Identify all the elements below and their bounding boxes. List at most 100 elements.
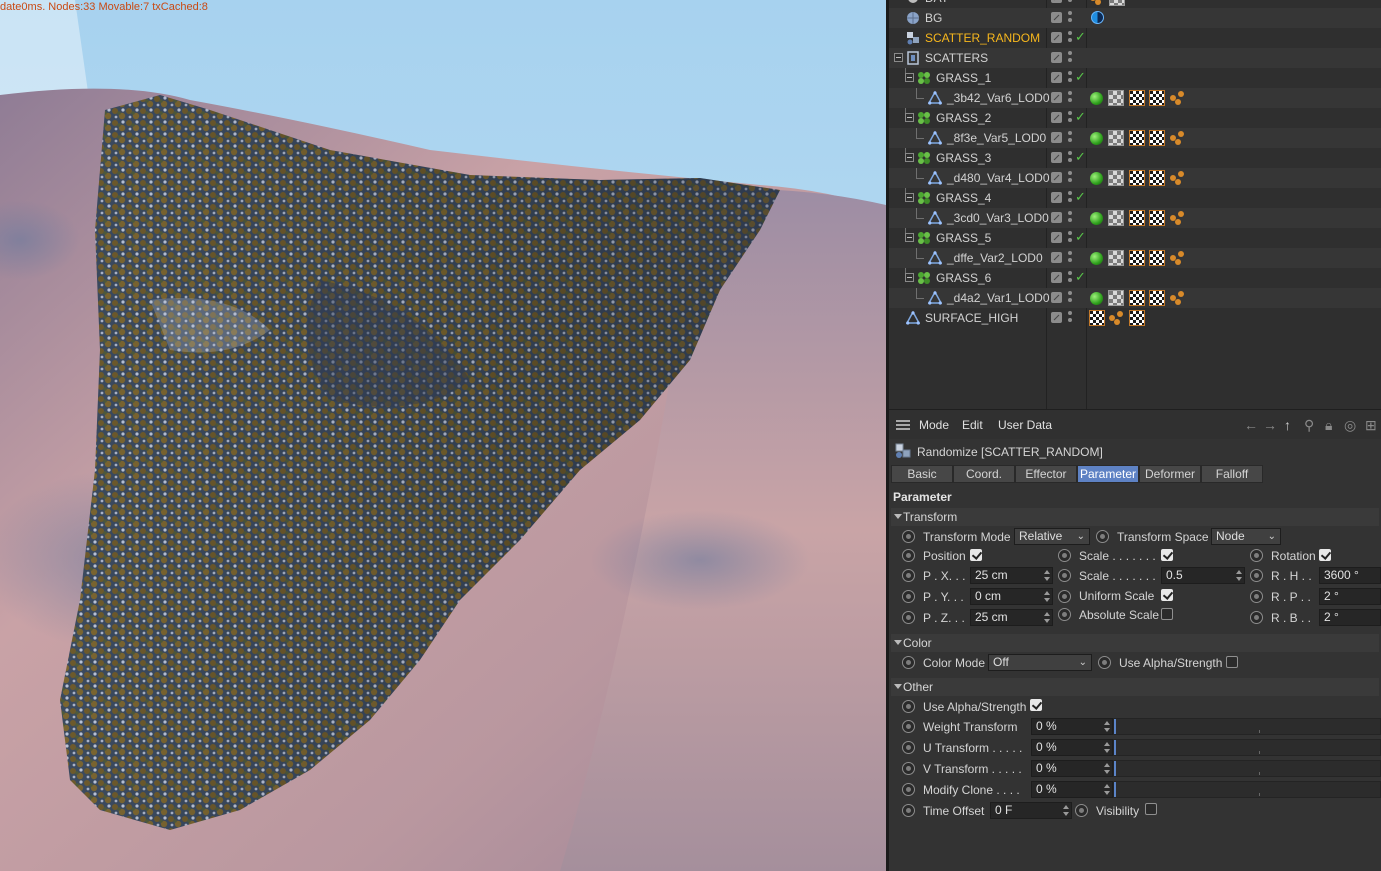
position-checkbox[interactable] bbox=[970, 549, 982, 561]
spinner-icon[interactable] bbox=[1104, 741, 1110, 754]
back-arrow-icon[interactable]: ← bbox=[1244, 417, 1258, 433]
edit-toggle-icon[interactable] bbox=[1051, 132, 1062, 143]
rb-field[interactable]: 2 ° bbox=[1319, 609, 1381, 626]
slider-knob[interactable] bbox=[1114, 740, 1116, 755]
animate-radio-icon[interactable] bbox=[902, 804, 915, 817]
enabled-check-icon[interactable]: ✓ bbox=[1075, 69, 1086, 85]
object-name[interactable]: _dffe_Var2_LOD0 bbox=[947, 251, 1043, 265]
edit-toggle-icon[interactable] bbox=[1051, 272, 1062, 283]
visibility-dots-icon[interactable] bbox=[1068, 251, 1072, 265]
material-tag-icon[interactable] bbox=[1108, 250, 1124, 266]
visibility-dots-icon[interactable] bbox=[1068, 231, 1072, 245]
object-row[interactable]: _8f3e_Var5_LOD0 bbox=[889, 128, 1381, 148]
object-row[interactable]: _3b42_Var6_LOD0 bbox=[889, 88, 1381, 108]
selection-tag-icon[interactable] bbox=[1170, 290, 1184, 306]
edit-toggle-icon[interactable] bbox=[1051, 52, 1062, 63]
phong-tag-icon[interactable] bbox=[1090, 292, 1103, 305]
object-name[interactable]: GRASS_2 bbox=[936, 111, 991, 125]
animate-radio-icon[interactable] bbox=[902, 611, 915, 624]
texture-tag-icon[interactable] bbox=[1149, 170, 1165, 186]
visibility-dots-icon[interactable] bbox=[1068, 131, 1072, 145]
uniform-scale-checkbox[interactable] bbox=[1161, 589, 1173, 601]
texture-tag-icon[interactable] bbox=[1149, 90, 1165, 106]
visibility-dots-icon[interactable] bbox=[1068, 51, 1072, 65]
object-name[interactable]: _3b42_Var6_LOD0 bbox=[947, 91, 1050, 105]
material-tag-icon[interactable] bbox=[1108, 130, 1124, 146]
material-tag-icon[interactable] bbox=[1108, 290, 1124, 306]
enabled-check-icon[interactable]: ✓ bbox=[1075, 149, 1086, 165]
visibility-dots-icon[interactable] bbox=[1068, 11, 1072, 25]
texture-tag-icon[interactable] bbox=[1129, 290, 1145, 306]
menu-mode[interactable]: Mode bbox=[919, 418, 949, 432]
animate-radio-icon[interactable] bbox=[1250, 549, 1263, 562]
pz-field[interactable]: 25 cm bbox=[970, 609, 1053, 626]
enabled-check-icon[interactable]: ✓ bbox=[1075, 109, 1086, 125]
spinner-icon[interactable] bbox=[1104, 783, 1110, 796]
animate-radio-icon[interactable] bbox=[1250, 611, 1263, 624]
selection-tag-icon[interactable] bbox=[1170, 170, 1184, 186]
u-transform-slider[interactable] bbox=[1113, 739, 1381, 756]
material-tag-icon[interactable] bbox=[1108, 90, 1124, 106]
spinner-icon[interactable] bbox=[1044, 569, 1050, 582]
object-row[interactable]: SCATTER_RANDOM ✓ bbox=[889, 28, 1381, 48]
phong-tag-icon[interactable] bbox=[1090, 92, 1103, 105]
texture-tag-icon[interactable] bbox=[1149, 210, 1165, 226]
v-transform-slider[interactable] bbox=[1113, 760, 1381, 777]
collapse-toggle-icon[interactable] bbox=[905, 233, 914, 242]
group-color[interactable]: Color bbox=[891, 634, 1379, 652]
material-tag-icon[interactable] bbox=[1108, 170, 1124, 186]
animate-radio-icon[interactable] bbox=[902, 762, 915, 775]
object-row[interactable]: SCATTERS bbox=[889, 48, 1381, 68]
texture-tag-icon[interactable] bbox=[1129, 250, 1145, 266]
transform-space-select[interactable]: Node ⌄ bbox=[1211, 528, 1281, 545]
phong-tag-icon[interactable] bbox=[1090, 132, 1103, 145]
other-alpha-checkbox[interactable] bbox=[1030, 699, 1042, 711]
collapse-triangle-icon[interactable] bbox=[894, 640, 902, 645]
background-tag-icon[interactable] bbox=[1091, 11, 1104, 24]
color-alpha-checkbox[interactable] bbox=[1226, 656, 1238, 668]
enabled-check-icon[interactable]: ✓ bbox=[1075, 189, 1086, 205]
scale-field[interactable]: 0.5 bbox=[1161, 567, 1245, 584]
animate-radio-icon[interactable] bbox=[1058, 608, 1071, 621]
visibility-dots-icon[interactable] bbox=[1068, 0, 1072, 5]
object-row[interactable]: _dffe_Var2_LOD0 bbox=[889, 248, 1381, 268]
animate-radio-icon[interactable] bbox=[902, 741, 915, 754]
object-name[interactable]: SCATTERS bbox=[925, 51, 988, 65]
menu-user-data[interactable]: User Data bbox=[998, 418, 1052, 432]
edit-toggle-icon[interactable] bbox=[1051, 172, 1062, 183]
time-offset-field[interactable]: 0 F bbox=[990, 802, 1072, 819]
collapse-toggle-icon[interactable] bbox=[894, 53, 903, 62]
object-row[interactable]: SURFACE_HIGH bbox=[889, 308, 1381, 328]
spinner-icon[interactable] bbox=[1044, 611, 1050, 624]
phong-tag-icon[interactable] bbox=[1090, 212, 1103, 225]
object-name[interactable]: _8f3e_Var5_LOD0 bbox=[947, 131, 1046, 145]
edit-toggle-icon[interactable] bbox=[1051, 252, 1062, 263]
animate-radio-icon[interactable] bbox=[1098, 656, 1111, 669]
v-transform-field[interactable]: 0 % bbox=[1031, 760, 1113, 777]
spinner-icon[interactable] bbox=[1236, 569, 1242, 582]
animate-radio-icon[interactable] bbox=[902, 530, 915, 543]
selection-tag-icon[interactable] bbox=[1170, 250, 1184, 266]
edit-toggle-icon[interactable] bbox=[1051, 0, 1062, 3]
edit-toggle-icon[interactable] bbox=[1051, 292, 1062, 303]
animate-radio-icon[interactable] bbox=[1058, 590, 1071, 603]
animate-radio-icon[interactable] bbox=[902, 569, 915, 582]
object-name[interactable]: GRASS_5 bbox=[936, 231, 991, 245]
selection-tag-icon[interactable] bbox=[1170, 210, 1184, 226]
animate-radio-icon[interactable] bbox=[1250, 590, 1263, 603]
object-name[interactable]: GRASS_6 bbox=[936, 271, 991, 285]
collapse-triangle-icon[interactable] bbox=[894, 514, 902, 519]
spinner-icon[interactable] bbox=[1104, 720, 1110, 733]
group-other[interactable]: Other bbox=[891, 678, 1379, 696]
modify-clone-slider[interactable] bbox=[1113, 781, 1381, 798]
edit-toggle-icon[interactable] bbox=[1051, 72, 1062, 83]
object-name[interactable]: _d4a2_Var1_LOD0 bbox=[947, 291, 1050, 305]
object-name[interactable]: _3cd0_Var3_LOD0 bbox=[947, 211, 1049, 225]
object-row[interactable]: DAY bbox=[889, 0, 1381, 8]
color-mode-select[interactable]: Off ⌄ bbox=[988, 654, 1092, 671]
object-row[interactable]: GRASS_4 ✓ bbox=[889, 188, 1381, 208]
object-row[interactable]: GRASS_2 ✓ bbox=[889, 108, 1381, 128]
slider-knob[interactable] bbox=[1114, 719, 1116, 734]
tab-basic[interactable]: Basic bbox=[891, 465, 953, 483]
visibility-dots-icon[interactable] bbox=[1068, 71, 1072, 85]
